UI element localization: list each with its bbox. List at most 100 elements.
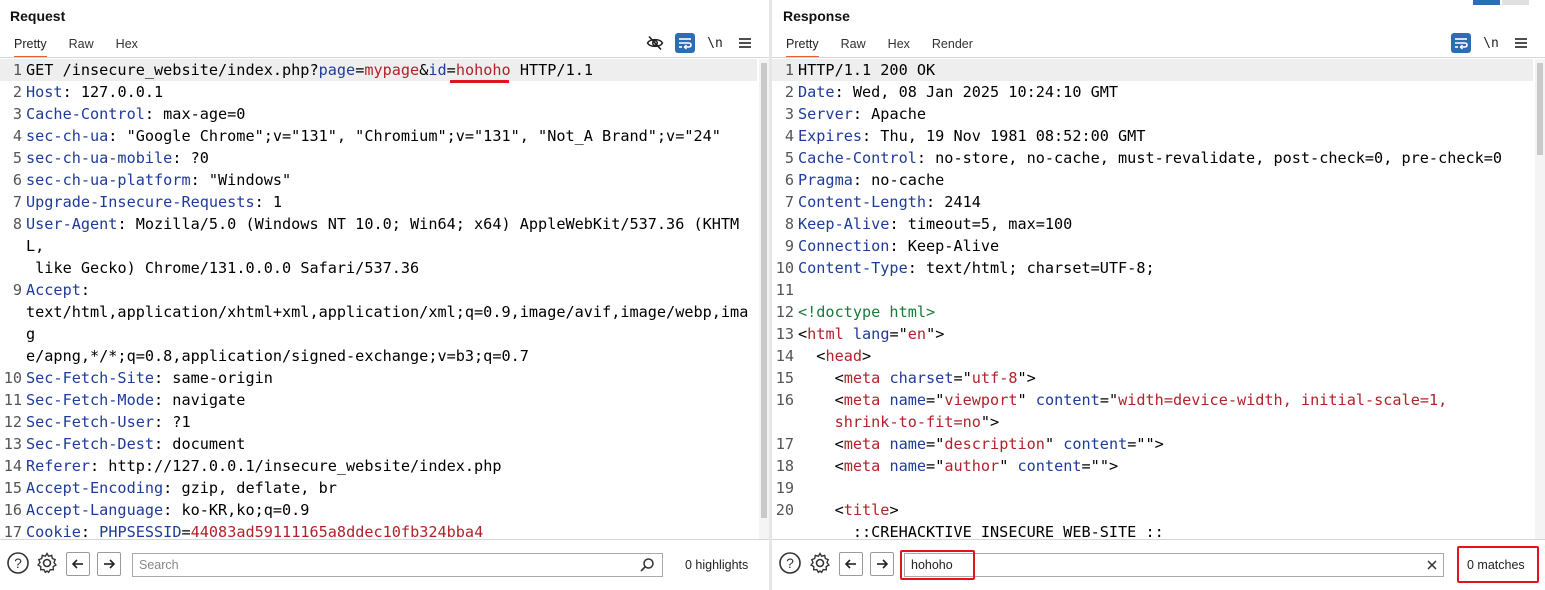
response-search-input[interactable] [904,553,1444,577]
code-line[interactable]: 1 GET /insecure_website/index.php?page=my… [0,59,757,81]
response-tab-hex[interactable]: Hex [888,34,910,58]
code-line[interactable]: 5 Cache-Control: no-store, no-cache, must… [772,147,1533,169]
code-line[interactable]: 8 User-Agent: Mozilla/5.0 (Windows NT 10.… [0,213,757,279]
hide-eye-icon[interactable] [645,33,665,53]
next-match-button[interactable] [97,552,121,576]
code-line[interactable]: 9 Accept: text/html,application/xhtml+xml… [0,279,757,367]
code-line[interactable]: 13 Sec-Fetch-Dest: document [0,433,757,455]
code-line[interactable]: 12 <!doctype html> [772,301,1533,323]
code-line[interactable]: 14 <head> [772,345,1533,367]
wrap-lines-icon[interactable] [675,33,695,53]
code-line[interactable]: 20 <title> ::CREHACKTIVE INSECURE WEB-SI… [772,499,1533,539]
code-line[interactable]: 6 sec-ch-ua-platform: "Windows" [0,169,757,191]
code-line[interactable]: 6 Pragma: no-cache [772,169,1533,191]
request-search-input[interactable] [132,553,663,577]
code-line[interactable]: 17 Cookie: PHPSESSID=44083ad59111165a8dde… [0,521,757,539]
show-newlines-button[interactable]: \n [1481,33,1501,53]
code-token: =" [1099,391,1119,409]
code-line[interactable]: 2 Host: 127.0.0.1 [0,81,757,103]
code-line[interactable]: 13 <html lang="en"> [772,323,1533,345]
code-line[interactable]: 4 sec-ch-ua: "Google Chrome";v="131", "Ch… [0,125,757,147]
line-content: Keep-Alive: timeout=5, max=100 [798,213,1533,235]
code-line[interactable]: 16 <meta name="viewport" content="width=… [772,389,1533,433]
code-line[interactable]: 11 Sec-Fetch-Mode: navigate [0,389,757,411]
search-icon[interactable] [638,556,656,574]
code-token: < [798,347,826,365]
request-tab-pretty[interactable]: Pretty [14,34,47,58]
line-content: sec-ch-ua-mobile: ?0 [26,147,757,169]
code-line[interactable]: 19 [772,477,1533,499]
code-line[interactable]: 9 Connection: Keep-Alive [772,235,1533,257]
code-line[interactable]: 1 HTTP/1.1 200 OK [772,59,1533,81]
previous-match-button[interactable] [839,552,863,576]
code-line[interactable]: 17 <meta name="description" content=""> [772,433,1533,455]
request-tab-raw[interactable]: Raw [69,34,94,58]
code-line[interactable]: 14 Referer: http://127.0.0.1/insecure_web… [0,455,757,477]
code-line[interactable]: 4 Expires: Thu, 19 Nov 1981 08:52:00 GMT [772,125,1533,147]
code-token: : Mozilla/5.0 (Windows NT 10.0; Win64; x… [26,215,740,277]
settings-gear-icon[interactable] [35,551,59,575]
code-line[interactable]: 16 Accept-Language: ko-KR,ko;q=0.9 [0,499,757,521]
code-token: sec-ch-ua-platform [26,171,191,189]
code-token: mypage [364,61,420,79]
code-line[interactable]: 10 Content-Type: text/html; charset=UTF-8… [772,257,1533,279]
code-line[interactable]: 12 Sec-Fetch-User: ?1 [0,411,757,433]
clear-search-icon[interactable] [1423,556,1441,574]
code-token: name [889,457,927,475]
line-number: 10 [775,259,794,277]
code-line[interactable]: 7 Content-Length: 2414 [772,191,1533,213]
layout-toggle[interactable] [1471,0,1529,5]
wrap-lines-icon[interactable] [1451,33,1471,53]
settings-gear-icon[interactable] [808,551,832,575]
code-line[interactable]: 15 <meta charset="utf-8"> [772,367,1533,389]
code-line[interactable]: 10 Sec-Fetch-Site: same-origin [0,367,757,389]
code-token: =" [889,325,908,343]
line-content: Cookie: PHPSESSID=44083ad59111165a8ddec1… [26,521,757,539]
code-line[interactable]: 11 [772,279,1533,301]
previous-match-button[interactable] [66,552,90,576]
response-editor[interactable]: 1 HTTP/1.1 200 OK 2 Date: Wed, 08 Jan 2025 … [772,59,1533,539]
code-token: Server [798,105,853,123]
code-token: Sec-Fetch-Mode [26,391,155,409]
code-token: name [889,435,927,453]
line-content: HTTP/1.1 200 OK [798,59,1533,81]
line-number: 9 [784,237,794,255]
code-line[interactable]: 2 Date: Wed, 08 Jan 2025 10:24:10 GMT [772,81,1533,103]
code-line[interactable]: 8 Keep-Alive: timeout=5, max=100 [772,213,1533,235]
code-token: : 1 [254,193,283,211]
line-content: Accept-Language: ko-KR,ko;q=0.9 [26,499,757,521]
show-newlines-button[interactable]: \n [705,33,725,53]
menu-icon[interactable] [1511,33,1531,53]
code-line[interactable]: 18 <meta name="author" content=""> [772,455,1533,477]
svg-text:?: ? [14,555,22,571]
code-line[interactable]: 3 Cache-Control: max-age=0 [0,103,757,125]
layout-option-2[interactable] [1502,0,1529,5]
line-number: 9 [12,281,22,299]
request-scrollbar[interactable] [759,59,769,539]
request-scroll-thumb[interactable] [761,63,767,518]
code-line[interactable]: 15 Accept-Encoding: gzip, deflate, br [0,477,757,499]
request-tab-hex[interactable]: Hex [116,34,138,58]
line-number: 14 [3,457,22,475]
code-line[interactable]: 5 sec-ch-ua-mobile: ?0 [0,147,757,169]
request-tab-underline [0,57,769,58]
line-content: sec-ch-ua-platform: "Windows" [26,169,757,191]
help-icon[interactable]: ? [778,551,802,575]
next-match-button[interactable] [870,552,894,576]
response-tab-raw[interactable]: Raw [841,34,866,58]
request-editor[interactable]: 1 GET /insecure_website/index.php?page=my… [0,59,757,539]
id-param-underline [450,80,509,83]
menu-icon[interactable] [735,33,755,53]
response-tab-underline [772,57,1545,58]
response-scrollbar[interactable] [1535,59,1545,539]
layout-option-1[interactable] [1473,0,1500,5]
code-line[interactable]: 7 Upgrade-Insecure-Requests: 1 [0,191,757,213]
response-scroll-thumb[interactable] [1537,63,1543,155]
code-token: Sec-Fetch-Site [26,369,155,387]
code-line[interactable]: 3 Server: Apache [772,103,1533,125]
line-number: 20 [775,501,794,519]
code-token: = [446,61,456,79]
help-icon[interactable]: ? [6,551,30,575]
response-tab-render[interactable]: Render [932,34,973,58]
response-tab-pretty[interactable]: Pretty [786,34,819,58]
